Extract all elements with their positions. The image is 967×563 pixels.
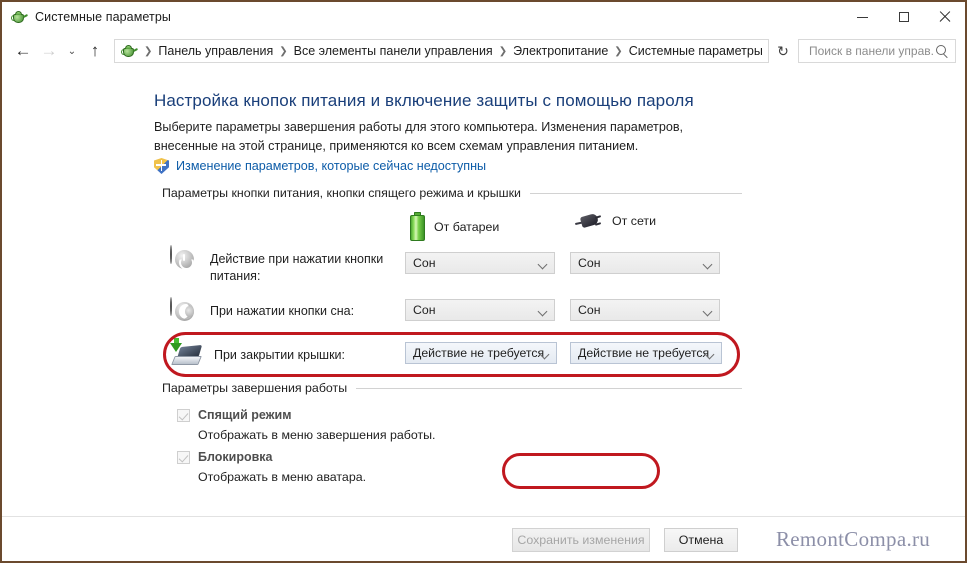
close-button[interactable] [924, 2, 965, 32]
search-icon [936, 44, 949, 58]
setting-label-power-button: Действие при нажатии кнопки питания: [210, 252, 384, 283]
divider [356, 387, 742, 389]
chevron-down-icon [702, 306, 713, 317]
page-title: Настройка кнопок питания и включение защ… [154, 91, 694, 110]
uac-link-row[interactable]: Изменение параметров, которые сейчас нед… [154, 158, 486, 174]
checkbox-row-hibernate[interactable]: Спящий режим [177, 408, 291, 422]
checkbox-label-hibernate: Спящий режим [198, 408, 292, 422]
address-bar: ← → ⌄ ↑ ❯ Панель управления ❯ Все элемен… [2, 32, 965, 70]
breadcrumb-item-system-settings[interactable]: Системные параметры [626, 44, 766, 58]
power-plug-icon [574, 212, 603, 230]
refresh-icon[interactable]: ↻ [770, 39, 796, 63]
setting-row-lid-close: При закрытии крышки: [170, 338, 414, 370]
checkbox-row-lock[interactable]: Блокировка [177, 450, 273, 464]
divider [529, 192, 742, 194]
group-header-shutdown: Параметры завершения работы [162, 381, 742, 395]
setting-row-power-button: Действие при нажатии кнопки питания: [170, 245, 410, 285]
laptop-lid-icon [170, 338, 204, 370]
dropdown-lid-close-battery[interactable]: Действие не требуется [405, 342, 557, 364]
setting-row-sleep-button: При нажатии кнопки сна: [170, 297, 410, 328]
dropdown-power-button-battery[interactable]: Сон [405, 252, 555, 274]
breadcrumb-item-all-items[interactable]: Все элементы панели управления [291, 44, 496, 58]
watermark: RemontCompa.ru [776, 527, 931, 551]
checkbox-hibernate[interactable] [177, 408, 190, 422]
setting-label-sleep-button: При нажатии кнопки сна: [210, 304, 355, 318]
page-description: Выберите параметры завершения работы для… [154, 120, 684, 153]
checkbox-label-lock: Блокировка [198, 450, 273, 464]
back-arrow-icon[interactable]: ← [10, 38, 36, 64]
control-panel-icon [11, 9, 29, 26]
title-bar-left: Системные параметры [2, 9, 171, 26]
search-input[interactable] [807, 43, 936, 59]
setting-label-lid-close: При закрытии крышки: [214, 348, 345, 362]
chevron-down-icon [537, 259, 548, 270]
dropdown-value: Сон [413, 303, 436, 317]
column-label-battery: От батареи [434, 219, 500, 234]
breadcrumb[interactable]: ❯ Панель управления ❯ Все элементы панел… [114, 39, 769, 63]
chevron-down-icon [537, 306, 548, 317]
window-title: Системные параметры [35, 10, 172, 24]
maximize-button[interactable] [883, 2, 924, 32]
dropdown-sleep-button-battery[interactable]: Сон [405, 299, 555, 321]
window-controls [842, 2, 965, 32]
breadcrumb-separator: ❯ [144, 45, 153, 57]
dropdown-value: Действие не требуется [578, 346, 710, 360]
close-icon [939, 11, 951, 23]
forward-arrow-icon[interactable]: → [36, 38, 62, 64]
dropdown-value: Сон [578, 256, 601, 270]
content-area: Настройка кнопок питания и включение защ… [2, 70, 965, 516]
battery-icon [410, 212, 425, 241]
checkbox-description-hibernate: Отображать в меню завершения работы. [198, 428, 436, 442]
breadcrumb-separator: ❯ [279, 45, 288, 57]
breadcrumb-separator: ❯ [498, 45, 508, 57]
dropdown-power-button-mains[interactable]: Сон [570, 252, 720, 274]
checkbox-description-lock: Отображать в меню аватара. [198, 470, 367, 484]
column-header-mains: От сети [574, 212, 657, 230]
chevron-down-icon [702, 259, 713, 270]
dropdown-value: Действие не требуется [413, 346, 545, 360]
power-button-icon [170, 245, 200, 276]
group-header-label: Параметры завершения работы [162, 381, 348, 395]
group-header-label: Параметры кнопки питания, кнопки спящего… [162, 186, 521, 200]
breadcrumb-separator: ❯ [614, 45, 623, 57]
minimize-icon [857, 16, 868, 18]
column-header-battery: От батареи [410, 212, 499, 241]
control-panel-window: Системные параметры ← → ⌄ ↑ ❯ Панель упр… [0, 0, 967, 563]
save-changes-button[interactable]: Сохранить изменения [512, 528, 650, 552]
search-box[interactable] [798, 39, 956, 63]
cancel-button[interactable]: Отмена [664, 528, 738, 552]
minimize-button[interactable] [842, 2, 883, 32]
footer-bar: Сохранить изменения Отмена RemontCompa.r… [2, 516, 965, 561]
up-arrow-icon[interactable]: ↑ [82, 38, 108, 64]
checkbox-lock[interactable] [177, 450, 190, 464]
title-bar: Системные параметры [2, 2, 965, 32]
change-unavailable-settings-link[interactable]: Изменение параметров, которые сейчас нед… [176, 159, 486, 173]
chevron-down-icon[interactable]: ⌄ [62, 38, 82, 64]
breadcrumb-item-control-panel[interactable]: Панель управления [155, 44, 276, 58]
breadcrumb-control-panel-icon [121, 43, 139, 60]
sleep-button-icon [170, 297, 200, 328]
shield-icon [154, 158, 169, 174]
column-label-mains: От сети [612, 214, 657, 228]
dropdown-sleep-button-mains[interactable]: Сон [570, 299, 720, 321]
dropdown-lid-close-mains[interactable]: Действие не требуется [570, 342, 722, 364]
breadcrumb-item-power-options[interactable]: Электропитание [510, 44, 611, 58]
dropdown-value: Сон [578, 303, 601, 317]
maximize-icon [898, 12, 909, 22]
dropdown-value: Сон [413, 256, 436, 270]
group-header-buttons-and-lid: Параметры кнопки питания, кнопки спящего… [162, 186, 742, 200]
